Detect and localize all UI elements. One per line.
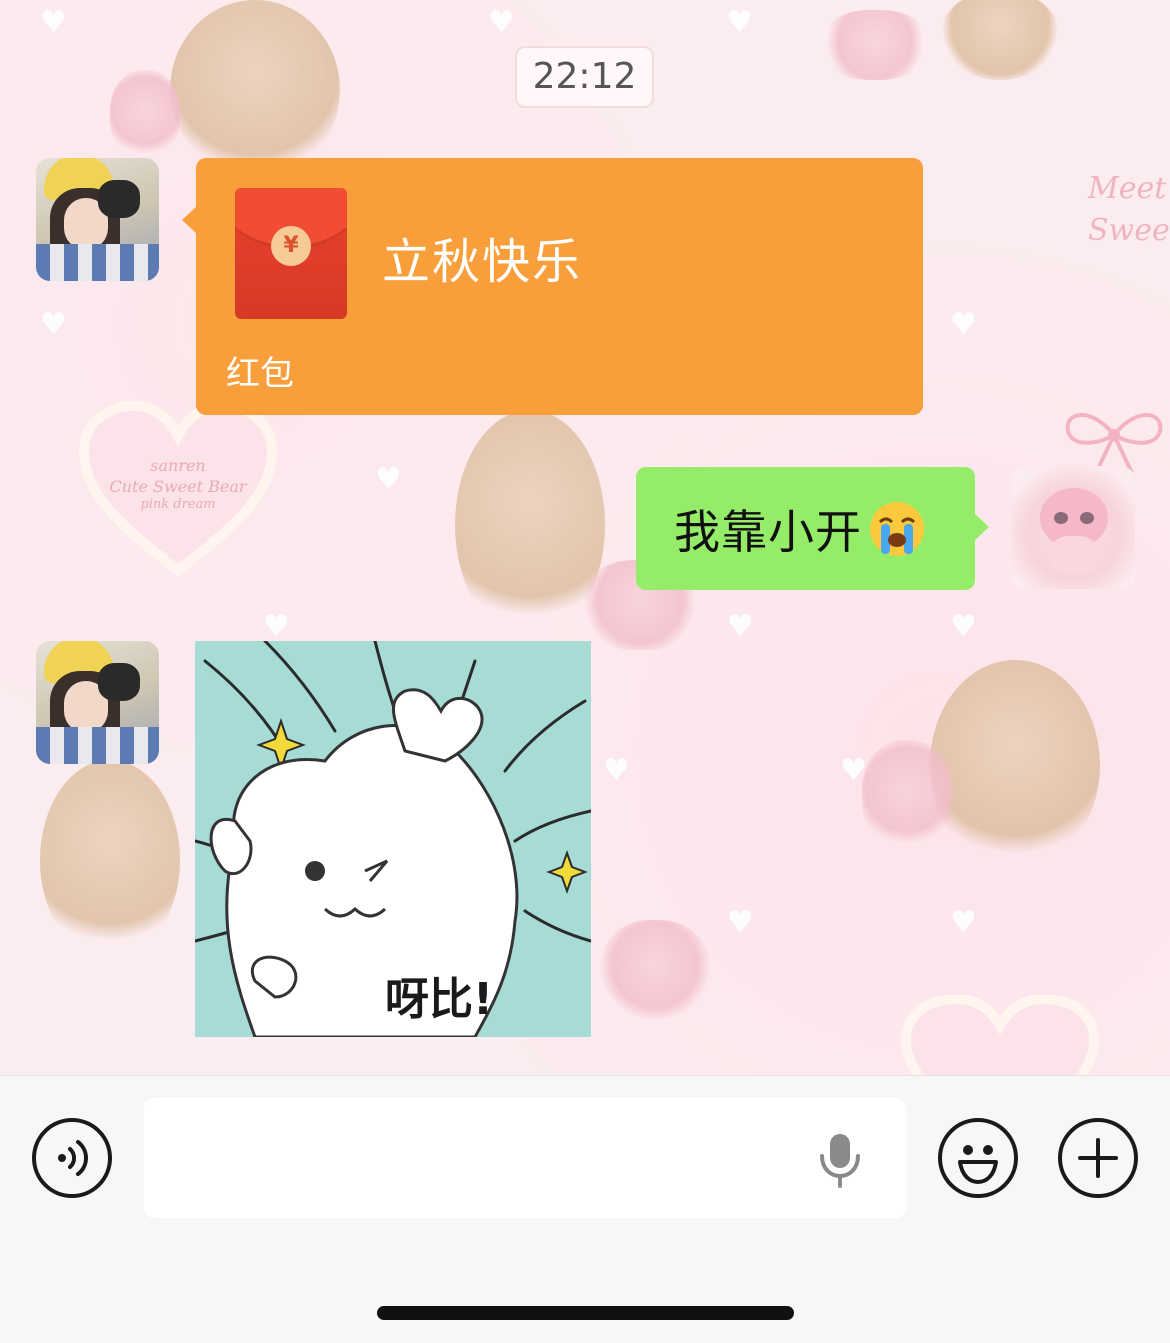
heart-decoration: ♥ <box>40 5 67 40</box>
teddy-bear-decoration <box>40 760 180 960</box>
home-indicator[interactable] <box>377 1306 794 1320</box>
plus-icon <box>1078 1138 1118 1178</box>
contact-avatar[interactable] <box>36 158 159 281</box>
heart-decoration: ♥ <box>40 307 67 342</box>
heart-decoration: ♥ <box>603 753 630 788</box>
lace-heart-decoration <box>900 995 1100 1075</box>
heart-caption: pink dream <box>140 497 216 513</box>
heart-decoration: ♥ <box>950 609 977 644</box>
microphone-icon[interactable] <box>818 1132 862 1188</box>
bunny-decoration <box>110 70 180 160</box>
heart-decoration: ♥ <box>263 609 290 644</box>
message-timestamp: 22:12 <box>515 46 654 108</box>
heart-caption: sanren <box>150 455 206 475</box>
red-packet-message[interactable]: ¥ 立秋快乐 红包 <box>182 158 923 415</box>
heart-decoration: ♥ <box>726 5 753 40</box>
loudly-crying-face-icon <box>870 501 924 556</box>
heart-decoration: ♥ <box>950 905 977 940</box>
teddy-bear-decoration <box>930 660 1100 870</box>
teddy-bear-decoration <box>940 0 1060 80</box>
red-packet-title: 立秋快乐 <box>382 234 583 290</box>
heart-caption: Cute Sweet Bear <box>109 476 247 496</box>
heart-decoration: ♥ <box>727 905 754 940</box>
message-input[interactable] <box>144 1098 906 1218</box>
teddy-bear-decoration <box>170 0 340 180</box>
wallpaper-script-text: Meet y Sweet <box>1088 171 1170 248</box>
heart-decoration: ♥ <box>375 462 402 497</box>
voice-wave-icon <box>58 1140 88 1176</box>
red-packet-label: 红包 <box>226 354 294 394</box>
chat-input-bar <box>0 1075 1170 1343</box>
more-options-button[interactable] <box>1058 1118 1138 1198</box>
red-envelope-icon: ¥ <box>235 188 347 319</box>
bunny-decoration <box>862 740 952 850</box>
emoji-button[interactable] <box>938 1118 1018 1198</box>
bunny-decoration <box>600 920 710 1020</box>
message-text: 我靠小开 <box>674 504 862 559</box>
sticker-message[interactable]: 呀比! <box>195 641 591 1037</box>
my-message-bubble[interactable]: 我靠小开 <box>636 467 989 590</box>
heart-decoration: ♥ <box>488 5 515 40</box>
sticker-caption: 呀比! <box>385 974 494 1025</box>
my-avatar[interactable] <box>1012 466 1135 589</box>
contact-avatar[interactable] <box>36 641 159 764</box>
heart-decoration: ♥ <box>950 307 977 342</box>
smiley-icon <box>958 1145 998 1184</box>
bunny-decoration <box>820 10 930 80</box>
voice-mode-button[interactable] <box>32 1118 112 1198</box>
bow-decoration <box>1065 413 1163 474</box>
heart-decoration: ♥ <box>727 609 754 644</box>
yuan-coin-icon: ¥ <box>271 226 311 266</box>
lace-heart-decoration: sanren Cute Sweet Bear pink dream <box>78 400 278 580</box>
